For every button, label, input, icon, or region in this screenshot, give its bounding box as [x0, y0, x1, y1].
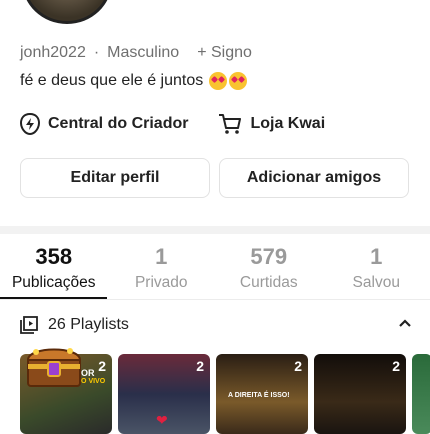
avatar[interactable] — [22, 0, 112, 24]
playlist-thumbnail[interactable]: 2 — [314, 354, 406, 434]
stat-label: Salvou — [323, 274, 430, 292]
playlist-thumbnail[interactable]: 2 ❤ — [118, 354, 210, 434]
store-link[interactable]: Loja Kwai — [218, 113, 325, 135]
playlist-icon — [20, 316, 38, 334]
playlist-count: 2 — [98, 358, 106, 374]
separator-dot: · — [94, 44, 99, 62]
bio: fé e deus que ele é juntos — [20, 72, 247, 90]
stat-value: 1 — [323, 244, 430, 270]
stat-value: 1 — [108, 244, 216, 270]
signo-link[interactable]: + Signo — [197, 44, 252, 62]
playlist-thumbnail[interactable]: 2 A DIREITA É ISSO! — [216, 354, 308, 434]
stat-label: Privado — [108, 274, 216, 292]
creator-center-link[interactable]: Central do Criador — [20, 113, 188, 135]
tab-privado[interactable]: 1 Privado — [108, 244, 216, 292]
thumbnail-caption: A DIREITA É ISSO! — [228, 392, 290, 399]
playlist-thumbnail-partial[interactable] — [412, 354, 430, 434]
username: jonh2022 — [20, 44, 86, 62]
edit-profile-button[interactable]: Editar perfil — [20, 158, 210, 198]
section-divider — [0, 226, 430, 234]
heart-eyes-emoji-icon — [209, 72, 227, 90]
lightning-icon — [20, 113, 40, 135]
chevron-up-icon[interactable] — [398, 316, 412, 330]
bio-text: fé e deus que ele é juntos — [20, 72, 203, 90]
playlists-header[interactable]: 26 Playlists — [20, 316, 129, 334]
stats-tabs: 358 Publicações 1 Privado 579 Curtidas 1… — [0, 244, 430, 292]
profile-meta: jonh2022 · Masculino + Signo — [20, 44, 252, 62]
stat-value: 358 — [0, 244, 108, 270]
tab-divider — [0, 299, 430, 300]
tab-publicacoes[interactable]: 358 Publicações — [0, 244, 108, 292]
gender: Masculino — [107, 44, 179, 62]
store-label: Loja Kwai — [250, 115, 325, 133]
treasure-chest-icon[interactable] — [22, 340, 86, 390]
add-friends-button[interactable]: Adicionar amigos — [219, 158, 409, 198]
tab-salvou[interactable]: 1 Salvou — [323, 244, 430, 292]
stat-label: Publicações — [0, 274, 108, 292]
playlists-title: 26 Playlists — [48, 316, 129, 334]
heart-icon: ❤ — [156, 412, 168, 429]
stat-value: 579 — [215, 244, 323, 270]
playlist-count: 2 — [392, 358, 400, 374]
creator-center-label: Central do Criador — [48, 115, 188, 133]
cart-icon — [218, 113, 242, 135]
stat-label: Curtidas — [215, 274, 323, 292]
playlist-count: 2 — [294, 358, 302, 374]
profile-links: Central do Criador Loja Kwai — [20, 113, 325, 135]
heart-eyes-emoji-icon — [229, 72, 247, 90]
tab-curtidas[interactable]: 579 Curtidas — [215, 244, 323, 292]
playlist-count: 2 — [196, 358, 204, 374]
